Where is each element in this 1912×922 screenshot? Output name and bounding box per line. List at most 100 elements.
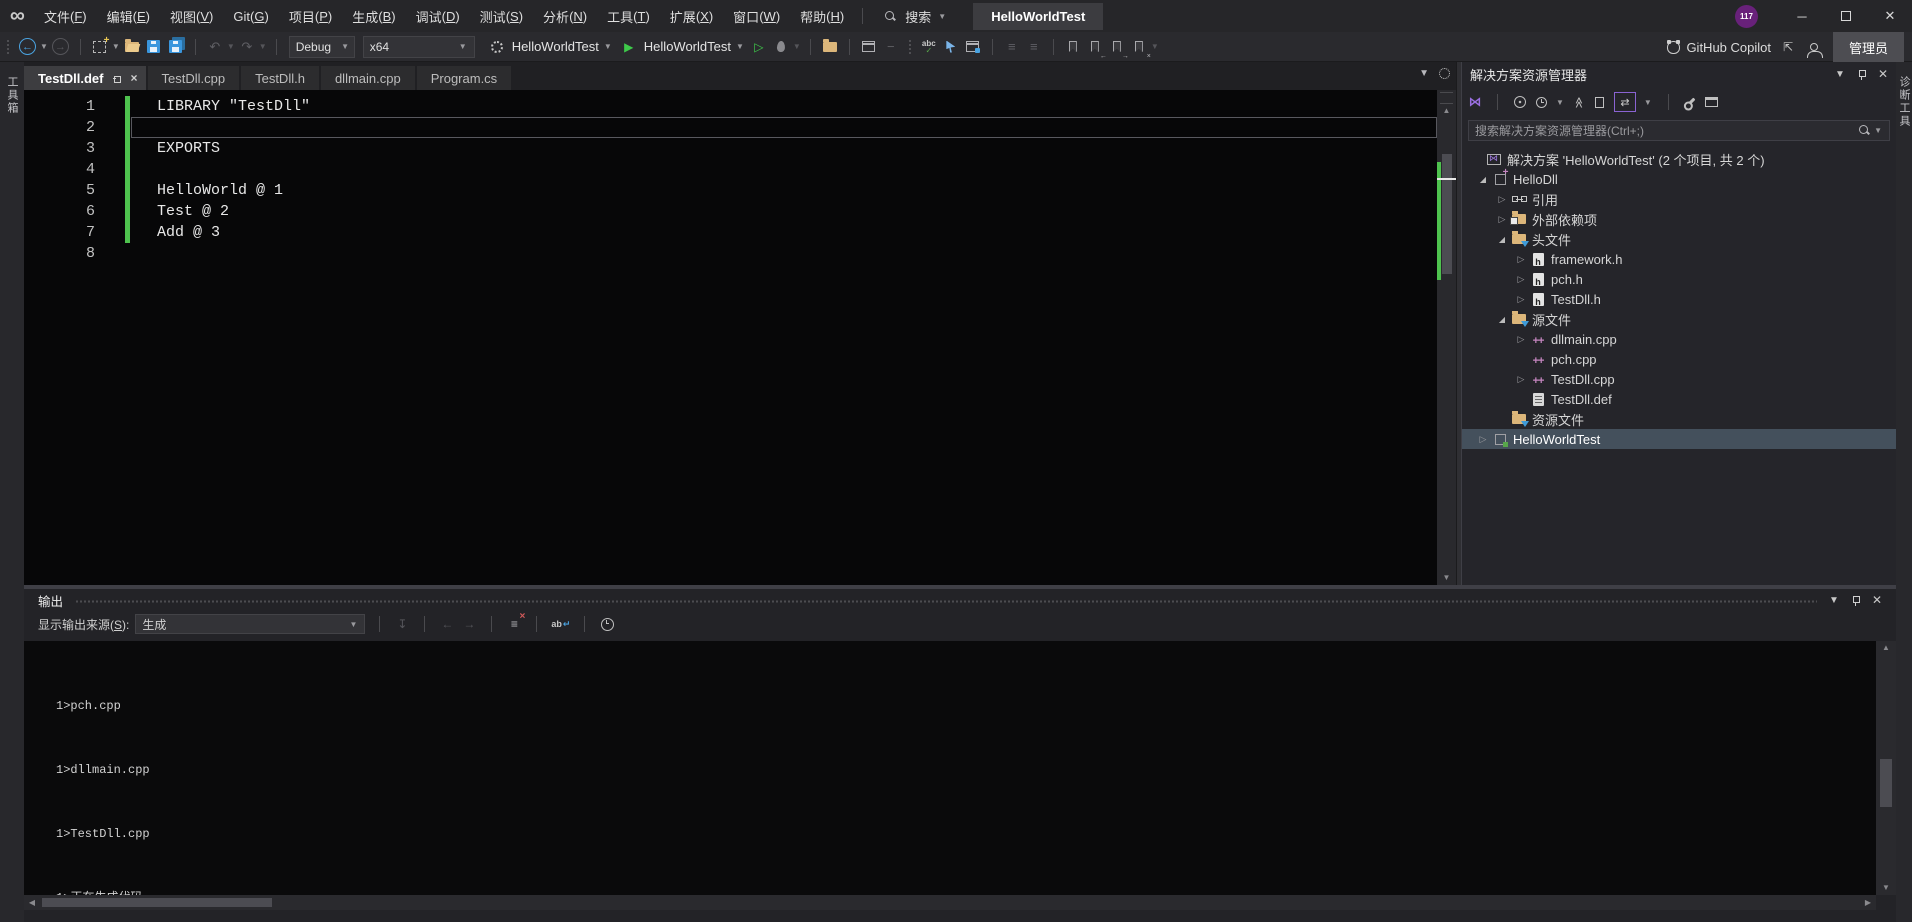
next-message-icon[interactable] (461, 614, 477, 634)
expander-icon[interactable] (1476, 434, 1490, 445)
menu-item[interactable]: 视图(V) (160, 0, 223, 32)
pin-icon[interactable] (1851, 595, 1860, 606)
scrollbar-split-handle[interactable] (1440, 92, 1453, 104)
toolbar-grip[interactable] (908, 39, 912, 55)
next-bookmark-button[interactable]: → (1109, 36, 1125, 58)
document-well-options-icon[interactable] (1439, 68, 1450, 79)
toolbar-overflow[interactable]: ▼ (1151, 42, 1159, 51)
navigate-forward-button[interactable]: → (52, 36, 69, 58)
solution-explorer-header[interactable]: 解决方案资源管理器 ✕ (1462, 62, 1896, 86)
scroll-up-icon[interactable] (1876, 641, 1896, 655)
search-box[interactable]: 搜索 ▼ (885, 7, 947, 26)
code-line[interactable]: 3 EXPORTS (24, 138, 1437, 159)
document-tab[interactable]: dllmain.cpp × (321, 66, 415, 90)
scroll-left-icon[interactable] (24, 898, 40, 907)
open-files-filter-icon[interactable] (1534, 92, 1548, 112)
tree-item[interactable]: 外部依赖项 (1462, 209, 1896, 229)
clear-all-icon[interactable] (506, 614, 522, 634)
save-button[interactable] (146, 36, 162, 58)
scroll-down-icon[interactable] (1876, 881, 1896, 895)
output-horizontal-scrollbar[interactable] (24, 895, 1876, 910)
menu-item[interactable]: 文件(F) (34, 0, 97, 32)
toolbox-tab[interactable]: 工具箱 (4, 76, 20, 115)
tree-item[interactable]: pch.cpp (1462, 349, 1896, 369)
close-icon[interactable]: × (131, 72, 138, 84)
chevron-down-icon[interactable]: ▼ (604, 42, 612, 51)
tree-item[interactable]: 引用 (1462, 189, 1896, 209)
code-line[interactable]: 8 (24, 243, 1437, 264)
preview-selected-items-icon[interactable] (1705, 92, 1719, 112)
window-position-icon[interactable] (1835, 69, 1845, 80)
document-tab[interactable]: TestDll.h × (241, 66, 319, 90)
toolbar-grip[interactable] (6, 39, 10, 55)
document-tab[interactable]: TestDll.cpp × (148, 66, 240, 90)
output-vertical-scrollbar[interactable] (1876, 641, 1896, 895)
solution-search-input[interactable]: 搜索解决方案资源管理器(Ctrl+;) ▼ (1468, 120, 1890, 141)
increase-indent-button[interactable] (1026, 36, 1042, 58)
start-without-debugging-icon[interactable] (751, 36, 767, 58)
diagnostic-tools-tab[interactable]: 诊断工具 (1896, 76, 1912, 128)
tree-item[interactable]: dllmain.cpp (1462, 329, 1896, 349)
new-project-button[interactable] (92, 36, 108, 58)
close-button[interactable]: ✕ (1868, 0, 1912, 32)
code-line[interactable]: 7 Add @ 3 (24, 222, 1437, 243)
timestamp-icon[interactable] (599, 614, 615, 634)
active-files-dropdown[interactable] (1419, 68, 1429, 79)
expander-icon[interactable] (1514, 294, 1528, 305)
code-line[interactable]: 2 (24, 117, 1437, 138)
scroll-down-icon[interactable] (1437, 571, 1456, 585)
feedback-button[interactable] (1808, 36, 1824, 58)
select-mode-button[interactable] (943, 36, 959, 58)
hot-reload-button[interactable] (773, 36, 789, 58)
output-header[interactable]: 输出 ✕ (24, 589, 1896, 611)
open-file-button[interactable] (124, 36, 140, 58)
tree-item[interactable]: TestDll.def (1462, 389, 1896, 409)
tree-item[interactable]: TestDll.cpp (1462, 369, 1896, 389)
tree-item[interactable]: pch.h (1462, 269, 1896, 289)
scrollbar-thumb[interactable] (1880, 759, 1892, 807)
tree-item[interactable]: 头文件 (1462, 229, 1896, 249)
menu-item[interactable]: 项目(P) (279, 0, 342, 32)
previous-message-icon[interactable] (439, 614, 455, 634)
document-tab[interactable]: Program.cs × (417, 66, 511, 90)
startup-project-button[interactable] (489, 36, 505, 58)
window-position-icon[interactable] (1829, 595, 1839, 606)
tree-item[interactable]: TestDll.h (1462, 289, 1896, 309)
menu-item[interactable]: 生成(B) (342, 0, 405, 32)
menu-item[interactable]: 调试(D) (406, 0, 470, 32)
menu-item[interactable]: 工具(T) (597, 0, 660, 32)
menu-item[interactable]: 测试(S) (470, 0, 533, 32)
previous-bookmark-button[interactable]: ← (1087, 36, 1103, 58)
decrease-indent-button[interactable] (1004, 36, 1020, 58)
menu-item[interactable]: 窗口(W) (723, 0, 790, 32)
expander-icon[interactable] (1495, 314, 1509, 324)
startup-project-label[interactable]: HelloWorldTest (512, 39, 599, 54)
scrollbar-thumb[interactable] (1442, 154, 1452, 274)
tree-item[interactable]: HelloDll (1462, 169, 1896, 189)
expander-icon[interactable] (1495, 194, 1509, 205)
sync-with-active-document-button[interactable] (1614, 92, 1636, 112)
scrollbar-thumb[interactable] (42, 898, 272, 907)
spell-check-button[interactable]: abc✓ (921, 36, 937, 58)
show-all-files-button[interactable] (822, 36, 838, 58)
editor-vertical-scrollbar[interactable] (1437, 90, 1456, 585)
scroll-up-icon[interactable] (1437, 104, 1456, 118)
chevron-down-icon[interactable]: ▼ (736, 42, 744, 51)
configuration-dropdown[interactable]: Debug ▼ (289, 36, 355, 58)
chevron-down-icon[interactable]: ▼ (40, 42, 48, 51)
pin-icon[interactable] (1857, 69, 1866, 80)
code-line[interactable]: 5 HelloWorld @ 1 (24, 180, 1437, 201)
minimize-button[interactable]: ─ (1780, 0, 1824, 32)
tree-item[interactable]: 解决方案 'HelloWorldTest' (2 个项目, 共 2 个) (1462, 149, 1896, 169)
menu-item[interactable]: Git(G) (223, 0, 278, 32)
wrench-icon[interactable] (1684, 92, 1698, 112)
redo-button[interactable] (239, 36, 255, 58)
expander-icon[interactable] (1514, 274, 1528, 285)
chevron-down-icon[interactable]: ▼ (112, 42, 120, 51)
code-line[interactable]: 1 LIBRARY "TestDll" (24, 96, 1437, 117)
start-debugging-icon[interactable] (621, 36, 637, 58)
admin-badge[interactable]: 管理员 (1833, 32, 1904, 62)
restore-button[interactable] (1824, 0, 1868, 32)
expander-icon[interactable] (1495, 214, 1509, 225)
switch-views-icon[interactable] (1468, 92, 1482, 112)
